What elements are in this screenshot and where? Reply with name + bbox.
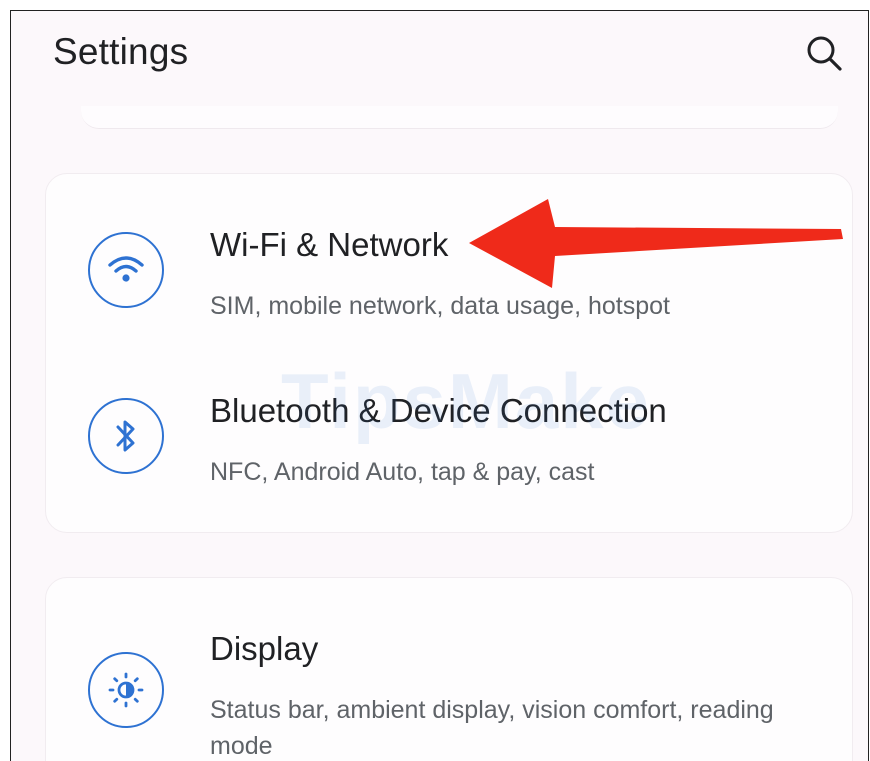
bluetooth-icon <box>116 420 135 452</box>
previous-card-edge <box>81 106 838 129</box>
settings-screen: Settings Wi-Fi & Network SIM, mobile net… <box>10 10 869 761</box>
settings-item-title: Display <box>210 630 319 667</box>
search-icon <box>807 36 842 71</box>
brightness-icon-badge <box>88 652 164 728</box>
settings-item-display[interactable]: Display Status bar, ambient display, vis… <box>46 608 852 761</box>
settings-item-wifi-network[interactable]: Wi-Fi & Network SIM, mobile network, dat… <box>46 204 852 344</box>
page-title: Settings <box>53 31 189 72</box>
settings-item-subtitle: Status bar, ambient display, vision comf… <box>210 696 774 760</box>
wifi-icon-badge <box>88 232 164 308</box>
settings-item-subtitle: SIM, mobile network, data usage, hotspot <box>210 292 670 320</box>
bluetooth-icon-badge <box>88 398 164 474</box>
brightness-icon <box>108 672 144 708</box>
app-bar: Settings <box>11 11 868 121</box>
display-settings-card: Display Status bar, ambient display, vis… <box>45 577 853 761</box>
settings-item-title: Bluetooth & Device Connection <box>210 392 667 429</box>
settings-item-subtitle: NFC, Android Auto, tap & pay, cast <box>210 458 595 486</box>
search-button[interactable] <box>800 29 848 77</box>
settings-item-title: Wi-Fi & Network <box>210 226 449 263</box>
settings-item-bluetooth[interactable]: Bluetooth & Device Connection NFC, Andro… <box>46 370 852 510</box>
wifi-icon <box>108 256 144 282</box>
network-settings-card: Wi-Fi & Network SIM, mobile network, dat… <box>45 173 853 533</box>
